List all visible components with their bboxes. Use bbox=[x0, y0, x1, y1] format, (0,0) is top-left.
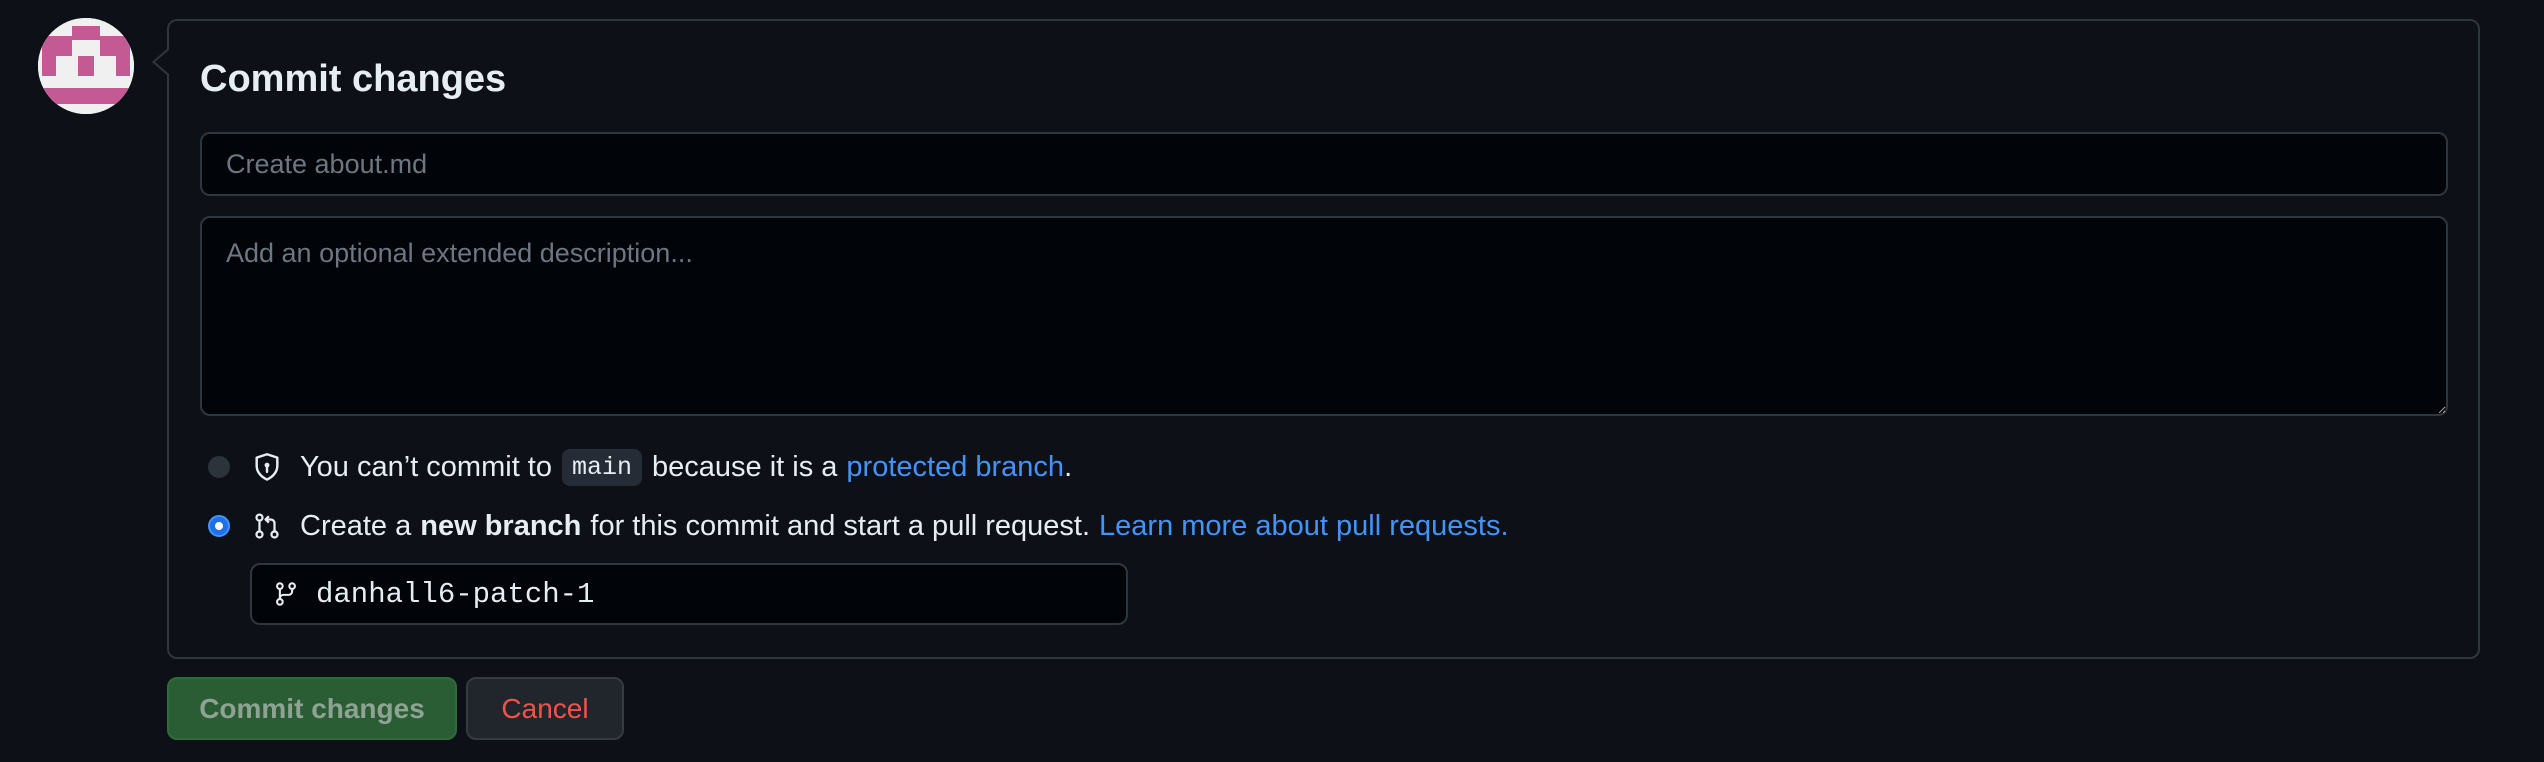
new-branch-bold-text: new branch bbox=[420, 509, 582, 542]
protected-text-middle: because it is a bbox=[652, 450, 838, 483]
shield-icon bbox=[255, 453, 279, 481]
avatar[interactable] bbox=[38, 18, 134, 114]
commit-description-textarea[interactable] bbox=[200, 216, 2448, 416]
protected-text-after: . bbox=[1064, 450, 1073, 483]
identicon-image bbox=[38, 18, 134, 114]
option-new-branch: Create a new branch for this commit and … bbox=[208, 506, 1509, 546]
option-commit-to-main: You can’t commit to main because it is a… bbox=[208, 447, 1072, 487]
protected-text-before: You can’t commit to bbox=[300, 450, 552, 483]
cancel-button[interactable]: Cancel bbox=[466, 677, 624, 740]
commit-summary-input[interactable] bbox=[200, 132, 2448, 196]
branch-name-input[interactable] bbox=[314, 576, 1118, 612]
commit-directly-radio[interactable] bbox=[208, 456, 230, 478]
protected-branch-link[interactable]: protected branch bbox=[846, 451, 1064, 484]
learn-more-pull-requests-link[interactable]: Learn more about pull requests. bbox=[1099, 510, 1508, 543]
new-branch-text-before: Create a bbox=[300, 509, 412, 542]
new-branch-radio[interactable] bbox=[208, 515, 230, 537]
new-branch-text-after: for this commit and start a pull request… bbox=[590, 509, 1091, 542]
git-branch-icon bbox=[276, 582, 296, 606]
branch-chip-main: main bbox=[562, 448, 643, 486]
page-title: Commit changes bbox=[200, 58, 507, 100]
git-pull-request-icon bbox=[255, 513, 279, 539]
commit-changes-button[interactable]: Commit changes bbox=[167, 677, 457, 740]
panel-pointer-fill bbox=[155, 50, 169, 74]
branch-name-field bbox=[250, 563, 1128, 625]
